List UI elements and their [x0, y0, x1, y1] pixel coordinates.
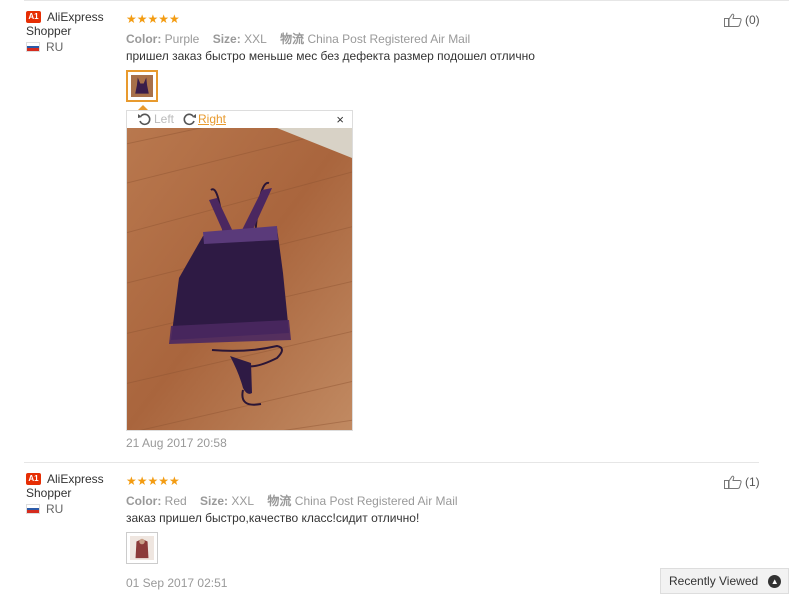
thumbs-up-icon	[724, 475, 742, 489]
reviewer-name-line2: Shopper	[26, 24, 72, 38]
chevron-up-icon: ▲	[768, 574, 782, 588]
reviewer-info: A1 AliExpress Shopper RU	[26, 472, 121, 516]
review-text: пришел заказ быстро меньше мес без дефек…	[126, 49, 535, 63]
review-date: 21 Aug 2017 20:58	[126, 436, 227, 450]
order-info: Color: Red Size: XXL 物流 China Post Regis…	[126, 494, 458, 508]
review-text: заказ пришел быстро,качество класс!сидит…	[126, 511, 420, 525]
rating-stars: ★★★★★	[126, 12, 180, 26]
rotate-left-icon	[138, 113, 151, 126]
recently-viewed-button[interactable]: Recently Viewed ▲	[660, 568, 789, 594]
thumbs-up-icon	[724, 13, 742, 27]
rotate-right-button[interactable]: Right	[181, 112, 226, 126]
helpful-button[interactable]: (1)	[724, 475, 760, 489]
helpful-button[interactable]: (0)	[724, 13, 760, 27]
photo-viewer: Left Right ×	[126, 110, 353, 431]
reviewer-country: RU	[26, 40, 121, 54]
reviewer-name: A1 AliExpress	[26, 10, 121, 24]
review-photo-thumbnail[interactable]	[126, 532, 158, 564]
reviewer-country: RU	[26, 502, 121, 516]
top-divider	[24, 0, 789, 1]
rotate-right-icon	[183, 113, 196, 126]
russia-flag-icon	[26, 42, 40, 52]
rating-stars: ★★★★★	[126, 474, 180, 488]
reviewer-name: A1 AliExpress	[26, 472, 121, 486]
buyer-level-badge: A1	[26, 11, 41, 23]
review-photo	[127, 128, 352, 430]
buyer-level-badge: A1	[26, 473, 41, 485]
review-divider	[24, 462, 759, 463]
close-viewer-button[interactable]: ×	[336, 112, 344, 127]
rotate-left-button[interactable]: Left	[137, 112, 174, 126]
reviewer-info: A1 AliExpress Shopper RU	[26, 10, 121, 54]
order-info: Color: Purple Size: XXL 物流 China Post Re…	[126, 32, 471, 46]
review-date: 01 Sep 2017 02:51	[126, 576, 228, 590]
russia-flag-icon	[26, 504, 40, 514]
review-photo-thumbnail[interactable]	[126, 70, 158, 102]
reviewer-name-line2: Shopper	[26, 486, 72, 500]
viewer-toolbar: Left Right ×	[127, 111, 352, 128]
